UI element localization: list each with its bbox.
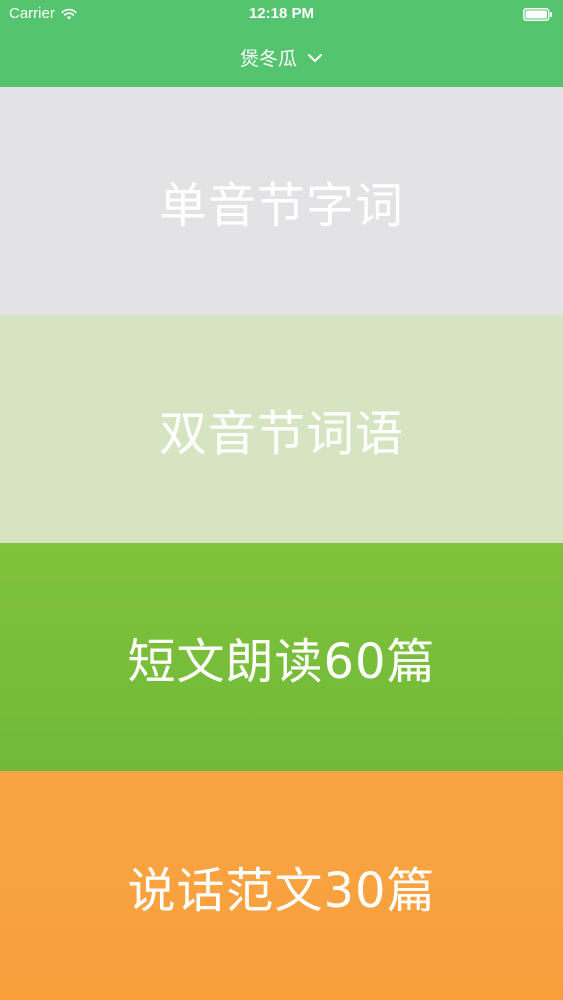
top-bar: Carrier 12:18 PM 煲冬瓜 <box>0 0 563 87</box>
menu-item-single-syllable[interactable]: 单音节字词 <box>0 87 563 315</box>
menu-item-double-syllable[interactable]: 双音节词语 <box>0 315 563 543</box>
chevron-down-icon <box>308 53 322 62</box>
menu-item-label: 说话范文30篇 <box>127 862 436 919</box>
battery-icon <box>523 8 552 21</box>
app-screen: Carrier 12:18 PM 煲冬瓜 单音节字词 双音节词语 短文朗读60篇… <box>0 0 563 1000</box>
status-time: 12:18 PM <box>248 5 315 22</box>
menu-item-label: 双音节词语 <box>158 406 404 462</box>
nav-title-dropdown[interactable]: 煲冬瓜 <box>0 44 563 71</box>
menu-item-label: 短文朗读60篇 <box>127 634 436 690</box>
status-bar: Carrier 12:18 PM <box>0 0 563 28</box>
nav-title: 煲冬瓜 <box>239 48 297 70</box>
menu-item-short-text-reading[interactable]: 短文朗读60篇 <box>0 543 563 771</box>
menu-item-label: 单音节字词 <box>158 178 404 234</box>
menu-item-speech-samples[interactable]: 说话范文30篇 <box>0 771 563 1000</box>
